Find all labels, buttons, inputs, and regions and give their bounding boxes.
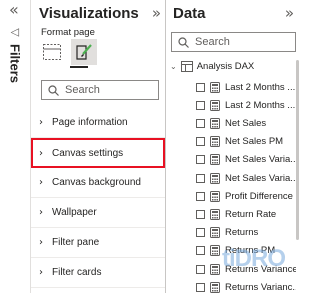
field-checkbox[interactable]	[196, 282, 205, 292]
field-label: Profit Difference	[225, 190, 293, 202]
search-icon	[178, 36, 189, 48]
calculator-icon	[210, 281, 220, 293]
field-item[interactable]: Last 2 Months ...	[196, 96, 296, 114]
section-filter-cards[interactable]: › Filter cards	[31, 258, 165, 288]
field-item[interactable]: Returns	[196, 224, 296, 242]
filters-pane-label[interactable]: ▽ Filters	[4, 26, 26, 83]
field-label: Net Sales	[225, 117, 267, 129]
chevron-right-icon: ›	[39, 237, 43, 248]
calculator-icon	[210, 190, 220, 202]
search-icon	[48, 84, 59, 96]
section-label: Canvas settings	[52, 147, 124, 159]
search-placeholder: Search	[65, 84, 100, 96]
field-checkbox[interactable]	[196, 100, 205, 110]
field-item[interactable]: Net Sales Varia...	[196, 151, 296, 169]
field-label: Last 2 Months ...	[225, 99, 296, 111]
field-item[interactable]: Return Rate	[196, 205, 296, 223]
section-label: Filter cards	[52, 267, 102, 278]
section-wallpaper[interactable]: › Wallpaper	[31, 198, 165, 228]
format-tools	[39, 39, 97, 65]
calculator-icon	[210, 172, 220, 184]
chevron-right-icon: ›	[39, 147, 43, 159]
scrollbar[interactable]	[296, 60, 299, 240]
section-label: Filter pane	[52, 237, 100, 248]
visualizations-title: Visualizations	[39, 5, 139, 22]
field-item[interactable]: Net Sales PM	[196, 133, 296, 151]
calculator-icon	[210, 154, 220, 166]
table-name: Analysis DAX	[196, 60, 255, 72]
calculator-icon	[210, 99, 220, 111]
chevron-right-icon: ›	[39, 177, 43, 188]
field-label: Net Sales Varia...	[225, 154, 296, 166]
field-checkbox[interactable]	[196, 264, 205, 274]
calculator-icon	[210, 227, 220, 239]
calculator-icon	[210, 263, 220, 275]
expand-filters-icon[interactable]: «	[9, 2, 19, 18]
data-title: Data	[173, 5, 206, 22]
field-checkbox[interactable]	[196, 209, 205, 219]
section-page-information[interactable]: › Page information	[31, 108, 165, 138]
visualizations-search-input[interactable]: Search	[41, 80, 159, 100]
data-search-input[interactable]: Search	[171, 32, 296, 52]
field-checkbox[interactable]	[196, 173, 205, 183]
section-label: Page information	[52, 117, 128, 128]
chevron-down-icon: ⌄	[170, 61, 177, 71]
visualizations-pane: Visualizations » Format page Search › Pa…	[31, 0, 166, 293]
calculator-icon	[210, 208, 220, 220]
chevron-right-icon: ›	[39, 117, 43, 128]
field-label: Returns	[225, 227, 259, 239]
chevron-right-icon: ›	[39, 267, 43, 278]
field-item[interactable]: Net Sales Varia...	[196, 169, 296, 187]
chevron-right-icon: ›	[39, 207, 43, 218]
field-checkbox[interactable]	[196, 82, 205, 92]
field-checkbox[interactable]	[196, 137, 205, 147]
field-label: Net Sales Varia...	[225, 172, 296, 184]
collapse-data-icon[interactable]: »	[285, 4, 294, 22]
field-checkbox[interactable]	[196, 191, 205, 201]
field-label: Return Rate	[225, 208, 277, 220]
filters-label: Filters	[7, 44, 23, 84]
field-label: Last 2 Months ...	[225, 81, 296, 93]
format-page-paintbrush-icon[interactable]	[71, 39, 97, 65]
field-label: Net Sales PM	[225, 136, 284, 148]
field-checkbox[interactable]	[196, 246, 205, 256]
calculator-icon	[210, 136, 220, 148]
active-tool-indicator	[70, 66, 88, 68]
calculator-icon	[210, 245, 220, 257]
build-visual-icon[interactable]	[39, 39, 65, 65]
field-item[interactable]: Returns Varianc...	[196, 278, 296, 293]
field-label: Returns Varianc...	[225, 281, 296, 293]
calculator-icon	[210, 117, 220, 129]
format-page-label: Format page	[41, 27, 95, 38]
funnel-icon: ▽	[8, 26, 22, 39]
collapse-visualizations-icon[interactable]: »	[152, 4, 161, 22]
field-checkbox[interactable]	[196, 155, 205, 165]
section-label: Wallpaper	[52, 207, 97, 218]
field-item[interactable]: Net Sales	[196, 114, 296, 132]
section-canvas-settings[interactable]: › Canvas settings	[31, 138, 165, 168]
watermark-logo: tiDRO	[222, 245, 286, 272]
section-label: Canvas background	[52, 177, 141, 188]
field-item[interactable]: Last 2 Months ...	[196, 78, 296, 96]
search-placeholder: Search	[195, 36, 230, 48]
section-canvas-background[interactable]: › Canvas background	[31, 168, 165, 198]
field-item[interactable]: Profit Difference	[196, 187, 296, 205]
section-filter-pane[interactable]: › Filter pane	[31, 228, 165, 258]
field-checkbox[interactable]	[196, 228, 205, 238]
table-analysis-dax[interactable]: ⌄ Analysis DAX	[170, 59, 254, 73]
calculator-icon	[210, 81, 220, 93]
field-checkbox[interactable]	[196, 118, 205, 128]
filters-pane-collapsed[interactable]: « ▽ Filters	[0, 0, 31, 293]
table-icon	[180, 60, 193, 72]
